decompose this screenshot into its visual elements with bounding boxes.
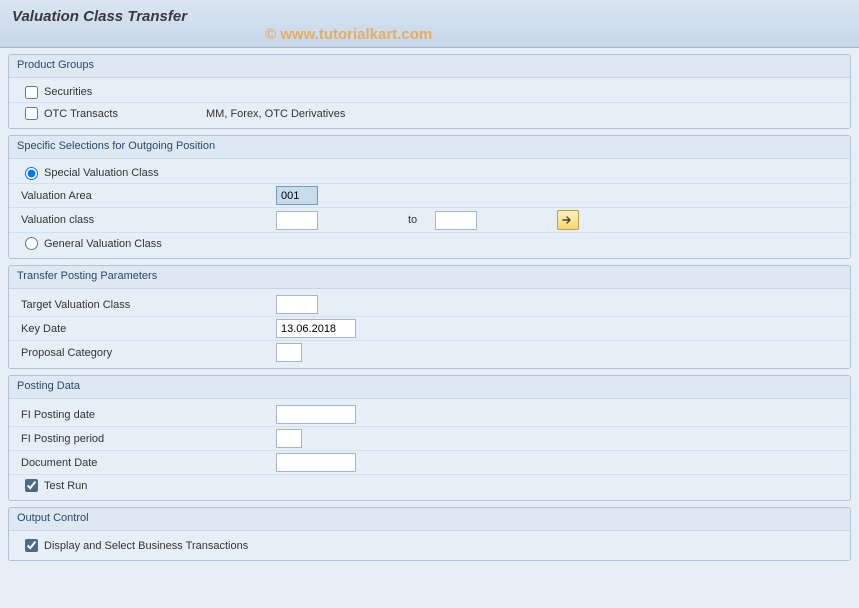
row-target-valuation: Target Valuation Class	[9, 293, 850, 317]
label-valuation-area: Valuation Area	[21, 190, 276, 202]
label-target-valuation: Target Valuation Class	[21, 299, 276, 311]
label-key-date: Key Date	[21, 323, 276, 335]
checkbox-securities[interactable]	[25, 86, 38, 99]
checkbox-otc[interactable]	[25, 107, 38, 120]
row-otc: OTC Transacts MM, Forex, OTC Derivatives	[9, 103, 850, 124]
group-title-selections: Specific Selections for Outgoing Positio…	[9, 136, 850, 158]
label-test-run: Test Run	[44, 480, 87, 492]
label-display-select: Display and Select Business Transactions	[44, 540, 248, 552]
input-target-valuation[interactable]	[276, 295, 318, 314]
page-title: Valuation Class Transfer	[12, 8, 847, 25]
group-title-product: Product Groups	[9, 55, 850, 77]
radio-general-valuation[interactable]	[25, 237, 38, 250]
group-title-transfer: Transfer Posting Parameters	[9, 266, 850, 288]
multiple-selection-button[interactable]	[557, 210, 579, 230]
row-general-valuation: General Valuation Class	[9, 233, 850, 254]
group-body-posting: FI Posting date FI Posting period Docume…	[9, 398, 850, 500]
label-special-valuation: Special Valuation Class	[44, 167, 159, 179]
group-product: Product Groups Securities OTC Transacts …	[8, 54, 851, 129]
row-document-date: Document Date	[9, 451, 850, 475]
row-fi-posting-period: FI Posting period	[9, 427, 850, 451]
row-display-select: Display and Select Business Transactions	[9, 535, 850, 556]
input-valuation-class-to[interactable]	[435, 211, 477, 230]
group-body-output: Display and Select Business Transactions	[9, 530, 850, 560]
content: Product Groups Securities OTC Transacts …	[0, 48, 859, 573]
row-proposal-category: Proposal Category	[9, 341, 850, 364]
input-key-date[interactable]	[276, 319, 356, 338]
input-valuation-class-from[interactable]	[276, 211, 318, 230]
input-document-date[interactable]	[276, 453, 356, 472]
row-key-date: Key Date	[9, 317, 850, 341]
row-fi-posting-date: FI Posting date	[9, 403, 850, 427]
row-securities: Securities	[9, 82, 850, 103]
label-to: to	[408, 214, 417, 226]
group-posting: Posting Data FI Posting date FI Posting …	[8, 375, 851, 501]
group-title-output: Output Control	[9, 508, 850, 530]
input-proposal-category[interactable]	[276, 343, 302, 362]
header: Valuation Class Transfer © www.tutorialk…	[0, 0, 859, 48]
input-valuation-area[interactable]	[276, 186, 318, 205]
label-valuation-class: Valuation class	[21, 214, 276, 226]
group-selections: Specific Selections for Outgoing Positio…	[8, 135, 851, 259]
checkbox-test-run[interactable]	[25, 479, 38, 492]
group-transfer: Transfer Posting Parameters Target Valua…	[8, 265, 851, 369]
arrow-right-icon	[562, 215, 574, 225]
radio-special-valuation[interactable]	[25, 167, 38, 180]
group-body-product: Securities OTC Transacts MM, Forex, OTC …	[9, 77, 850, 128]
label-proposal-category: Proposal Category	[21, 347, 276, 359]
label-fi-posting-period: FI Posting period	[21, 433, 276, 445]
label-document-date: Document Date	[21, 457, 276, 469]
watermark: © www.tutorialkart.com	[265, 26, 432, 43]
group-output: Output Control Display and Select Busine…	[8, 507, 851, 561]
group-body-selections: Special Valuation Class Valuation Area V…	[9, 158, 850, 258]
label-otc: OTC Transacts	[44, 108, 118, 120]
row-valuation-class: Valuation class to	[9, 208, 850, 233]
group-body-transfer: Target Valuation Class Key Date Proposal…	[9, 288, 850, 368]
label-fi-posting-date: FI Posting date	[21, 409, 276, 421]
checkbox-display-select[interactable]	[25, 539, 38, 552]
label-general-valuation: General Valuation Class	[44, 238, 162, 250]
input-fi-posting-date[interactable]	[276, 405, 356, 424]
row-special-valuation: Special Valuation Class	[9, 163, 850, 184]
group-title-posting: Posting Data	[9, 376, 850, 398]
input-fi-posting-period[interactable]	[276, 429, 302, 448]
label-securities: Securities	[44, 86, 92, 98]
label-otc-desc: MM, Forex, OTC Derivatives	[186, 108, 345, 120]
row-valuation-area: Valuation Area	[9, 184, 850, 208]
row-test-run: Test Run	[9, 475, 850, 496]
